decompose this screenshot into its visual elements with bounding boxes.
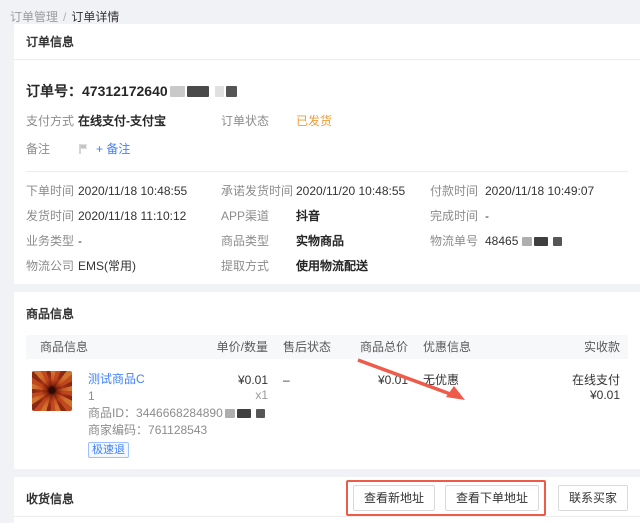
pickup-method-label: 提取方式	[221, 260, 296, 272]
fast-refund-badge: 极速退	[88, 442, 129, 458]
product-type-value: 实物商品	[296, 235, 430, 247]
aftersale-status-value: –	[283, 373, 290, 388]
order-info-card: 订单信息 订单号： 47312172640 支付方式 在线支付-支付宝 订单状态…	[14, 24, 640, 284]
contact-buyer-button[interactable]: 联系买家	[558, 485, 628, 511]
divider	[26, 171, 628, 172]
col-total-price: 商品总价	[312, 335, 408, 359]
pay-time-value: 2020/11/18 10:49:07	[485, 185, 628, 197]
unit-price: ¥0.01	[168, 373, 268, 388]
delivery-actions: 查看新地址 查看下单地址 联系买家	[346, 485, 628, 511]
breadcrumb-order-management[interactable]: 订单管理	[10, 10, 58, 24]
product-info-card: 商品信息 商品信息 单价/数量 售后状态 商品总价 优惠信息 实收款 测试商品C…	[14, 292, 640, 469]
pay-time-label: 付款时间	[430, 185, 485, 197]
product-id-redacted-blur	[225, 409, 265, 418]
merchant-code-label: 商家编码：	[88, 422, 148, 439]
promise-ship-time-label: 承诺发货时间	[221, 185, 296, 197]
order-detail-page: 订单管理 / 订单详情 订单信息 订单号： 47312172640 支付方式 在线支…	[0, 0, 640, 523]
order-number-value: 47312172640	[82, 83, 168, 99]
order-status-badge: 已发货	[296, 114, 430, 128]
flag-icon	[78, 143, 90, 155]
view-new-address-button[interactable]: 查看新地址	[353, 485, 435, 511]
remark-row: 备注 + 备注	[26, 140, 628, 157]
business-type-value: -	[78, 235, 221, 247]
view-order-address-button[interactable]: 查看下单地址	[445, 485, 539, 511]
tracking-no-redacted-blur	[522, 237, 562, 246]
received-method: 在线支付	[572, 373, 620, 388]
col-discount-info: 优惠信息	[423, 335, 471, 359]
pickup-method-value: 使用物流配送	[296, 260, 430, 272]
received-amount: ¥0.01	[572, 388, 620, 403]
total-price-value: ¥0.01	[312, 373, 408, 388]
business-type-label: 业务类型	[26, 235, 78, 247]
order-status-label: 订单状态	[221, 114, 296, 128]
annotation-rectangle: 查看新地址 查看下单地址	[346, 480, 546, 516]
product-image[interactable]	[32, 371, 72, 411]
product-info-title: 商品信息	[26, 305, 628, 322]
order-detail-grid: 下单时间 2020/11/18 10:48:55 承诺发货时间 2020/11/…	[26, 185, 628, 276]
app-channel-value: 抖音	[296, 210, 430, 222]
quantity: x1	[168, 388, 268, 403]
merchant-code-value: 761128543	[148, 422, 207, 439]
ship-time-label: 发货时间	[26, 210, 78, 222]
product-id-label: 商品ID：	[88, 405, 136, 422]
product-table: 商品信息 单价/数量 售后状态 商品总价 优惠信息 实收款 测试商品C 1 商品…	[26, 335, 628, 461]
payment-method-label: 支付方式	[26, 114, 78, 128]
discount-value: 无优惠	[423, 373, 459, 388]
breadcrumb-order-detail: 订单详情	[71, 10, 119, 24]
product-table-row: 测试商品C 1 商品ID： 3446668284890 商家编码： 761128…	[26, 371, 628, 461]
order-number-redacted-blur	[170, 86, 237, 97]
logistics-company-value: EMS(常用)	[78, 260, 221, 272]
delivery-info-card: 收货信息 查看新地址 查看下单地址 联系买家 收货人 *** 联系方式 *** …	[14, 477, 640, 523]
remark-label: 备注	[26, 140, 78, 157]
ship-time-value: 2020/11/18 11:10:12	[78, 210, 221, 222]
add-remark-link[interactable]: + 备注	[96, 140, 130, 157]
order-number-label: 订单号：	[26, 81, 82, 101]
tracking-no-value: 48465	[485, 235, 518, 247]
payment-status-row: 支付方式 在线支付-支付宝 订单状态 已发货	[26, 114, 628, 128]
col-unit-price-qty: 单价/数量	[168, 335, 268, 359]
app-channel-label: APP渠道	[221, 210, 296, 222]
delivery-info-title: 收货信息	[26, 490, 74, 507]
order-number-line: 订单号： 47312172640	[26, 81, 628, 101]
product-table-header: 商品信息 单价/数量 售后状态 商品总价 优惠信息 实收款	[26, 335, 628, 359]
complete-time-label: 完成时间	[430, 210, 485, 222]
complete-time-value: -	[485, 210, 628, 222]
breadcrumb: 订单管理 / 订单详情	[0, 0, 640, 24]
col-received-amount: 实收款	[584, 335, 620, 359]
col-product-info: 商品信息	[40, 335, 88, 359]
product-type-label: 商品类型	[221, 235, 296, 247]
payment-method-value: 在线支付-支付宝	[78, 114, 221, 128]
breadcrumb-separator: /	[63, 10, 66, 24]
order-info-title: 订单信息	[26, 33, 74, 50]
order-time-value: 2020/11/18 10:48:55	[78, 185, 221, 197]
order-time-label: 下单时间	[26, 185, 78, 197]
promise-ship-time-value: 2020/11/20 10:48:55	[296, 185, 430, 197]
tracking-no-label: 物流单号	[430, 235, 485, 247]
logistics-company-label: 物流公司	[26, 260, 78, 272]
product-id-value: 3446668284890	[136, 405, 223, 422]
